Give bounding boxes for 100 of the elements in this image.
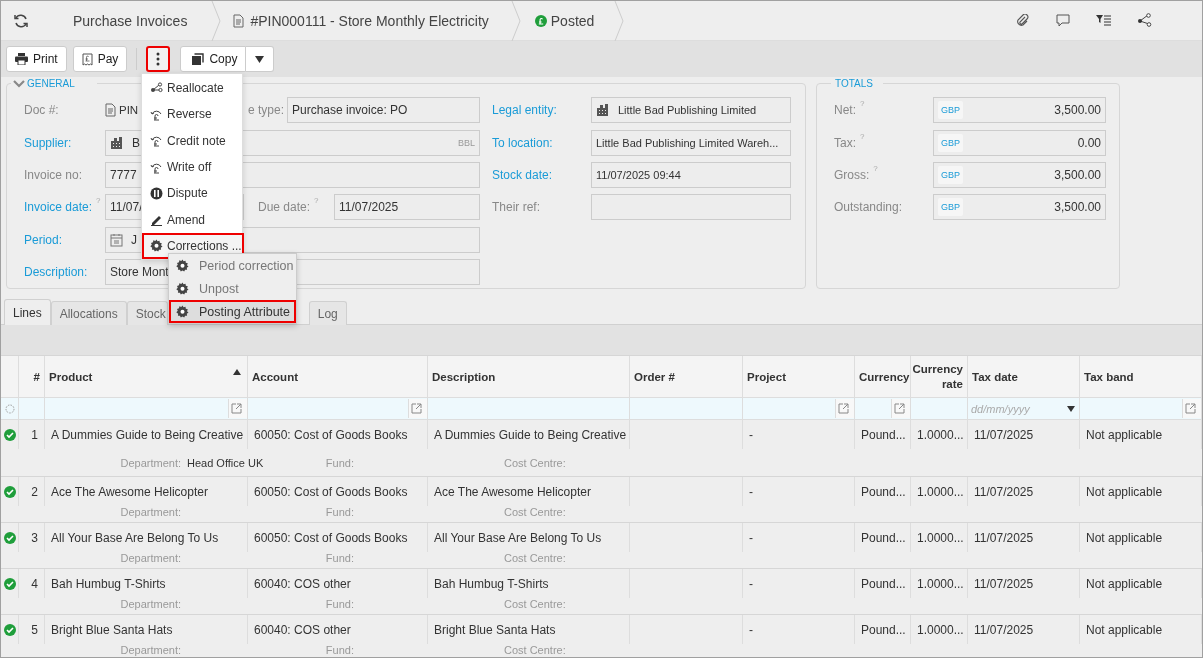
tab[interactable]: Log <box>308 301 347 325</box>
input-field[interactable]: Little Bad Publishing Limited <box>591 97 791 124</box>
table-cell: 1 <box>31 427 38 442</box>
section-title: TOTALS <box>835 78 873 89</box>
gear-icon <box>176 259 189 272</box>
dropdown-button[interactable] <box>246 46 275 72</box>
detail-value: Head Office UK <box>187 456 264 469</box>
currency-tag: GBP <box>938 165 963 184</box>
external-link-icon[interactable] <box>1184 403 1196 414</box>
tab[interactable]: Lines <box>4 299 51 325</box>
table-cell: 5 <box>31 622 38 637</box>
help-mark: ? <box>873 163 878 173</box>
copy-button[interactable]: Copy <box>180 46 247 72</box>
building-icon <box>110 135 124 150</box>
filter-cell[interactable]: dd/mm/yyyy <box>968 398 1080 419</box>
help-mark: ? <box>314 196 319 206</box>
table-cell: 1.0000... <box>917 576 964 591</box>
document-icon <box>105 103 116 118</box>
table-cell: All Your Base Are Belong To Us <box>51 530 219 545</box>
detail-label: Department: <box>119 456 181 469</box>
external-link-icon[interactable] <box>230 403 242 414</box>
table-cell: 11/07/2025 <box>974 576 1034 591</box>
external-link-icon[interactable] <box>837 403 849 414</box>
print-button[interactable]: Print <box>6 46 67 72</box>
input-field[interactable]: Little Bad Publishing Limited Wareh... <box>591 129 791 156</box>
filter-list-icon[interactable] <box>1096 14 1111 27</box>
menu-item[interactable]: Posting Attribute <box>169 300 296 323</box>
amount-field: GBP 3,500.00 <box>933 97 1106 124</box>
paperclip-icon[interactable] <box>1016 13 1030 28</box>
status-label: Posted <box>550 12 595 29</box>
external-link-icon[interactable] <box>893 403 905 414</box>
field-label: Net: <box>834 103 856 118</box>
breadcrumb-separator <box>211 1 222 41</box>
table-cell: 3 <box>31 530 38 545</box>
amount-field: GBP 3,500.00 <box>933 161 1106 188</box>
status-filter-icon[interactable] <box>4 403 15 414</box>
table-cell: Not applicable <box>1086 576 1163 591</box>
receipt-icon <box>81 52 93 66</box>
field-label: Their ref: <box>492 200 540 215</box>
menu-item[interactable]: Reallocate <box>142 75 242 102</box>
detail-label: Fund: <box>324 506 354 518</box>
table-cell: 2 <box>31 484 38 499</box>
input-field[interactable] <box>591 194 791 221</box>
detail-label: Department: <box>119 644 181 656</box>
currency-tag: GBP <box>938 133 963 152</box>
menu-item[interactable]: Credit note <box>142 127 242 154</box>
share-icon <box>150 81 163 95</box>
filter-field[interactable]: dd/mm/yyyy <box>968 402 1063 415</box>
field-label: Due date: <box>258 200 311 215</box>
table-cell: A Dummies Guide to Being Creative <box>434 427 627 442</box>
share-icon[interactable] <box>1137 13 1152 28</box>
pay-button[interactable]: Pay <box>72 46 128 72</box>
field-label: Gross: <box>834 167 870 182</box>
input-field[interactable]: Purchase invoice: PO <box>287 97 480 124</box>
copy-icon <box>191 52 205 66</box>
input-field[interactable]: 11/07/2025 <box>334 194 480 221</box>
detail-label: Fund: <box>324 598 354 610</box>
menu-item[interactable]: Reverse <box>142 101 242 128</box>
tab[interactable]: Allocations <box>50 301 127 325</box>
table-cell: Pound... <box>861 530 906 545</box>
table-cell: 60050: Cost of Goods Books <box>254 530 408 545</box>
table-cell: - <box>749 427 753 442</box>
table-cell: 60040: COS other <box>254 576 351 591</box>
table-cell: A Dummies Guide to Being Creative <box>51 427 244 442</box>
detail-label: Department: <box>119 552 181 564</box>
tab[interactable]: Stock <box>126 301 168 325</box>
table-cell: - <box>749 530 753 545</box>
input-field[interactable]: 11/07/2025 09:44 <box>591 161 791 188</box>
table-cell: 60040: COS other <box>254 622 351 637</box>
caret-icon[interactable] <box>1067 405 1075 412</box>
breadcrumb-link[interactable]: #PIN000111 - Store Monthly Electricity <box>250 12 489 29</box>
refresh-icon[interactable] <box>13 12 29 29</box>
table-cell: Pound... <box>861 484 906 499</box>
comment-icon[interactable] <box>1056 14 1070 27</box>
table-cell: Bright Blue Santa Hats <box>51 622 173 637</box>
table-cell: - <box>749 576 753 591</box>
gear-icon <box>150 239 163 253</box>
field-label: Outstanding: <box>834 200 903 215</box>
gear-icon <box>176 282 189 295</box>
table-cell: All Your Base Are Belong To Us <box>434 530 602 545</box>
table-cell: Pound... <box>861 622 906 637</box>
pen-icon <box>150 213 163 227</box>
table-cell: Not applicable <box>1086 530 1163 545</box>
pause-icon <box>150 186 163 200</box>
amount-field: GBP 3,500.00 <box>933 194 1106 221</box>
printer-icon <box>15 53 28 65</box>
table-cell: 4 <box>31 576 38 591</box>
help-mark: ? <box>860 131 865 141</box>
table-cell: Not applicable <box>1086 622 1163 637</box>
external-link-icon[interactable] <box>410 403 422 414</box>
table-cell: - <box>749 484 753 499</box>
section-title: GENERAL <box>27 78 75 89</box>
breadcrumb-link[interactable]: Purchase Invoices <box>73 12 188 29</box>
more-button[interactable] <box>146 46 171 72</box>
menu-item[interactable]: Unpost <box>169 277 296 300</box>
currency-tag: GBP <box>938 198 963 217</box>
chevron-icon[interactable] <box>13 79 25 88</box>
table-cell: 1.0000... <box>917 622 964 637</box>
table-cell: Not applicable <box>1086 427 1163 442</box>
kebab-icon <box>156 52 161 66</box>
